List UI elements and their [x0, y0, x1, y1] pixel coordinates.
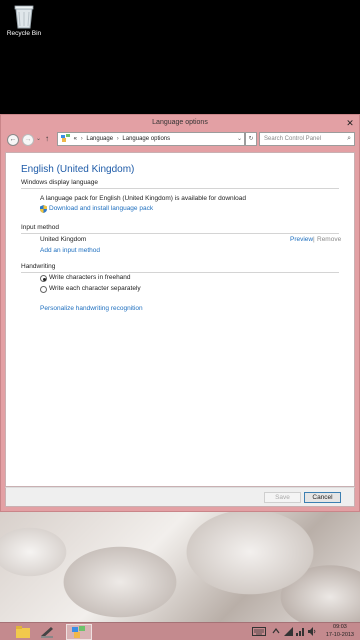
- language-options-window: Language options ✕ ← → ⌄ ↑ « › Language …: [0, 114, 360, 512]
- section-divider: [21, 188, 339, 189]
- refresh-icon[interactable]: ↻: [245, 132, 257, 146]
- network-icon[interactable]: [296, 627, 305, 638]
- file-explorer-icon[interactable]: [14, 624, 32, 640]
- signal-icon[interactable]: [284, 627, 293, 638]
- freehand-radio[interactable]: [40, 275, 47, 282]
- separate-characters-label[interactable]: Write each character separately: [49, 285, 141, 292]
- page-title: English (United Kingdom): [21, 164, 135, 175]
- recycle-bin-label: Recycle Bin: [6, 30, 42, 37]
- shield-icon: [40, 205, 47, 213]
- up-button[interactable]: ↑: [45, 134, 49, 143]
- add-input-method-link[interactable]: Add an input method: [40, 247, 100, 254]
- freehand-label[interactable]: Write characters in freehand: [49, 274, 131, 281]
- breadcrumb-language-options[interactable]: Language options: [122, 136, 170, 142]
- search-placeholder: Search Control Panel: [264, 136, 322, 142]
- window-title: Language options: [152, 119, 208, 126]
- taskbar: 09:03 17-10-2013: [0, 622, 360, 640]
- link-divider: |: [313, 236, 315, 243]
- control-panel-taskbar-icon[interactable]: [66, 624, 92, 640]
- content-pane: English (United Kingdom) Windows display…: [5, 152, 355, 487]
- close-icon[interactable]: ✕: [343, 117, 357, 129]
- clock-time: 09:03: [333, 624, 347, 630]
- clock[interactable]: 09:03 17-10-2013: [326, 624, 354, 639]
- forward-button[interactable]: →: [22, 134, 34, 146]
- section-divider: [21, 272, 339, 273]
- search-input[interactable]: Search Control Panel ⌕: [259, 132, 355, 146]
- section-display-language: Windows display language: [21, 179, 339, 189]
- button-bar: Save Cancel: [5, 487, 355, 507]
- input-method-name: United Kingdom: [40, 236, 87, 243]
- section-input-method: Input method: [21, 224, 339, 234]
- cancel-button[interactable]: Cancel: [304, 492, 341, 503]
- section-divider: [21, 233, 339, 234]
- address-dropdown-icon[interactable]: ⌄: [235, 132, 245, 146]
- breadcrumb-prefix: «: [73, 136, 78, 142]
- personalize-handwriting-link[interactable]: Personalize handwriting recognition: [40, 305, 143, 312]
- language-pack-message: A language pack for English (United King…: [40, 195, 246, 202]
- remove-link[interactable]: Remove: [317, 236, 341, 243]
- section-title: Windows display language: [21, 179, 98, 186]
- recycle-bin-icon: [13, 3, 35, 29]
- save-button[interactable]: Save: [264, 492, 301, 503]
- chevron-up-icon[interactable]: [272, 627, 280, 637]
- desktop: Recycle Bin: [0, 0, 360, 114]
- title-bar[interactable]: Language options ✕: [1, 115, 359, 131]
- breadcrumb-language[interactable]: Language: [86, 136, 113, 142]
- separate-characters-radio[interactable]: [40, 286, 47, 293]
- address-bar-row: ← → ⌄ ↑ « › Language › Language options …: [5, 131, 355, 149]
- desktop-wallpaper: [0, 512, 360, 622]
- section-handwriting: Handwriting: [21, 263, 339, 273]
- notes-app-icon[interactable]: [38, 624, 56, 640]
- address-field[interactable]: « › Language › Language options: [57, 132, 253, 146]
- volume-icon[interactable]: [308, 627, 317, 638]
- search-icon: ⌕: [347, 135, 351, 142]
- section-title: Input method: [21, 224, 59, 231]
- recycle-bin-shortcut[interactable]: Recycle Bin: [2, 3, 46, 37]
- back-button[interactable]: ←: [7, 134, 19, 146]
- section-title: Handwriting: [21, 263, 56, 270]
- download-language-pack-link[interactable]: Download and install language pack: [49, 205, 153, 212]
- recent-dropdown-icon[interactable]: ⌄: [36, 135, 41, 142]
- control-panel-icon: [61, 134, 70, 143]
- clock-date: 17-10-2013: [325, 631, 354, 638]
- preview-link[interactable]: Preview: [290, 236, 313, 243]
- keyboard-icon[interactable]: [252, 627, 266, 638]
